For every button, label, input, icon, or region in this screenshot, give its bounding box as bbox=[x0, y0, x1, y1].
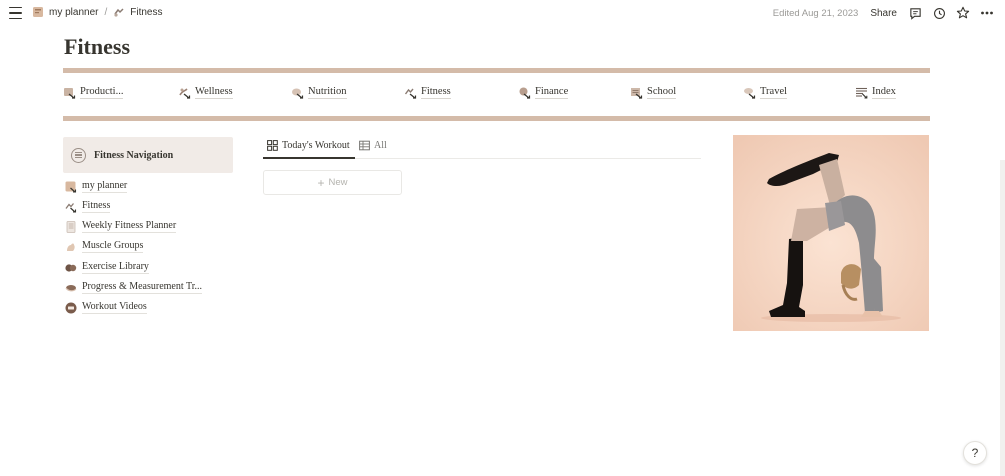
nav-link-productivity[interactable]: Producti... bbox=[63, 86, 124, 99]
fitness-nav-item-label: Muscle Groups bbox=[82, 240, 144, 253]
help-button[interactable]: ? bbox=[963, 441, 987, 465]
fitness-navigation-callout: Fitness Navigation bbox=[63, 137, 233, 173]
fitness-nav-item-label: Weekly Fitness Planner bbox=[82, 220, 177, 233]
nav-link-finance[interactable]: Finance bbox=[518, 86, 569, 99]
fitness-nav-item-fitness[interactable]: Fitness bbox=[65, 200, 111, 213]
nav-link-label: Travel bbox=[760, 86, 788, 99]
database-view-tabs: Today's Workout All bbox=[263, 138, 701, 159]
star-icon[interactable] bbox=[955, 5, 971, 21]
fitness-nav-item-label: Workout Videos bbox=[82, 301, 147, 314]
tape-icon bbox=[65, 284, 77, 291]
plus-icon: + bbox=[317, 175, 325, 190]
nav-link-wellness[interactable]: Wellness bbox=[178, 86, 233, 99]
breadcrumb-fitness[interactable]: Fitness bbox=[113, 6, 162, 18]
more-icon[interactable] bbox=[979, 5, 995, 21]
nav-link-fitness[interactable]: Fitness bbox=[404, 86, 451, 99]
gymnast-illustration bbox=[733, 135, 929, 331]
fitness-icon bbox=[114, 8, 124, 17]
nav-link-nutrition[interactable]: Nutrition bbox=[291, 86, 347, 99]
video-icon bbox=[65, 302, 77, 313]
edited-timestamp: Edited Aug 21, 2023 bbox=[772, 7, 859, 19]
fitness-nav-item-label: my planner bbox=[82, 180, 128, 193]
page-title: Fitness bbox=[64, 34, 130, 59]
fitness-cover-image bbox=[733, 135, 929, 331]
active-tab-indicator bbox=[263, 157, 355, 159]
nav-link-label: School bbox=[647, 86, 677, 99]
nav-link-label: Index bbox=[872, 86, 896, 99]
tab-label: All bbox=[374, 140, 387, 151]
wellness-icon bbox=[179, 88, 191, 99]
breadcrumb-label: my planner bbox=[49, 6, 99, 18]
comment-icon[interactable] bbox=[907, 5, 923, 21]
nav-link-index[interactable]: Index bbox=[855, 86, 896, 99]
planner-icon bbox=[33, 7, 43, 17]
new-item-button[interactable]: + New bbox=[263, 170, 402, 195]
fitness-nav-item-progress-measurement[interactable]: Progress & Measurement Tr... bbox=[65, 281, 202, 294]
top-actions: Edited Aug 21, 2023 Share bbox=[773, 5, 995, 21]
sidebar-toggle-icon[interactable] bbox=[9, 7, 22, 19]
history-icon[interactable] bbox=[931, 5, 947, 21]
nav-link-label: Nutrition bbox=[308, 86, 347, 99]
breadcrumb-separator: / bbox=[104, 6, 108, 18]
breadcrumb: my planner / Fitness bbox=[32, 6, 162, 18]
fitness-nav-item-workout-videos[interactable]: Workout Videos bbox=[65, 301, 147, 314]
nav-link-label: Producti... bbox=[80, 86, 124, 99]
planner-icon bbox=[65, 181, 77, 193]
fitness-nav-item-weekly-fitness-planner[interactable]: Weekly Fitness Planner bbox=[65, 220, 177, 233]
list-circle-icon bbox=[71, 147, 86, 163]
tab-all[interactable]: All bbox=[359, 140, 387, 151]
breadcrumb-my-planner[interactable]: my planner bbox=[32, 6, 98, 18]
productivity-icon bbox=[64, 88, 76, 99]
dumbbell-icon bbox=[65, 263, 77, 272]
finance-icon bbox=[519, 87, 531, 99]
page-scrollbar[interactable] bbox=[1000, 160, 1005, 476]
fitness-nav-item-label: Exercise Library bbox=[82, 261, 149, 274]
gallery-icon bbox=[267, 140, 278, 151]
fitness-nav-item-exercise-library[interactable]: Exercise Library bbox=[65, 261, 149, 274]
fitness-nav-item-label: Fitness bbox=[82, 200, 111, 213]
new-item-label: New bbox=[328, 177, 348, 188]
fitness-nav-item-my-planner[interactable]: my planner bbox=[65, 180, 128, 193]
travel-icon bbox=[744, 88, 756, 99]
divider-bottom bbox=[63, 116, 930, 121]
fitness-icon bbox=[404, 88, 417, 99]
nav-link-label: Wellness bbox=[195, 86, 233, 99]
fitness-navigation-title: Fitness Navigation bbox=[94, 149, 174, 161]
top-bar: my planner / Fitness Edited Aug 21, 2023… bbox=[0, 0, 1005, 28]
tab-label: Today's Workout bbox=[282, 140, 350, 151]
fitness-icon bbox=[65, 202, 77, 213]
nav-link-school[interactable]: School bbox=[630, 86, 677, 99]
breadcrumb-label: Fitness bbox=[130, 6, 163, 18]
muscle-icon bbox=[67, 243, 75, 251]
notebook-icon bbox=[66, 220, 76, 233]
index-icon bbox=[856, 87, 868, 99]
divider-top bbox=[63, 68, 930, 73]
school-icon bbox=[631, 88, 643, 99]
section-nav: Producti... Wellness Nutrition Fitness F… bbox=[63, 86, 930, 104]
nav-link-label: Finance bbox=[535, 86, 569, 99]
nav-link-travel[interactable]: Travel bbox=[743, 86, 788, 99]
nutrition-icon bbox=[292, 88, 304, 99]
fitness-nav-item-muscle-groups[interactable]: Muscle Groups bbox=[65, 240, 144, 253]
share-button[interactable]: Share bbox=[870, 8, 897, 19]
table-icon bbox=[359, 140, 370, 151]
tab-todays-workout[interactable]: Today's Workout bbox=[267, 140, 350, 151]
fitness-nav-item-label: Progress & Measurement Tr... bbox=[82, 281, 202, 294]
nav-link-label: Fitness bbox=[421, 86, 451, 99]
